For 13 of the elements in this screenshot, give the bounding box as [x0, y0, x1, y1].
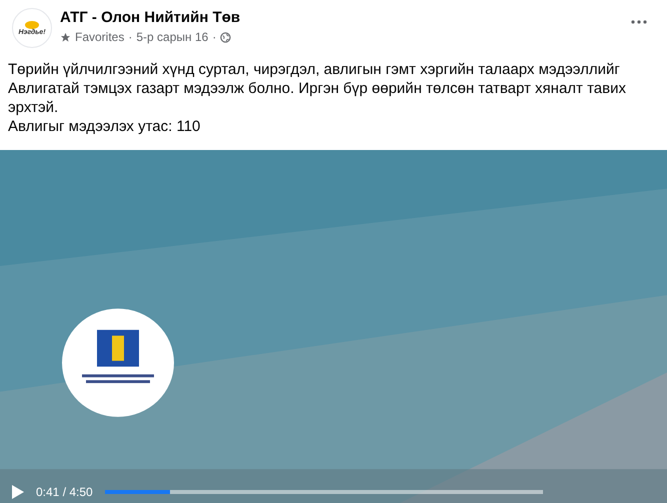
- globe-icon: [220, 32, 232, 42]
- separator: ·: [128, 29, 132, 46]
- post-date[interactable]: 5-р сарын 16: [136, 28, 208, 46]
- separator: ·: [212, 29, 216, 46]
- author-name[interactable]: АТГ - Олон Нийтийн Төв: [60, 8, 623, 28]
- audience-label: Favorites: [75, 29, 124, 46]
- post-text: Авлигыг мэдээлэх утас: 110: [8, 117, 202, 136]
- star-icon: [60, 32, 71, 42]
- post-text: Төрийн үйлчилгээний хүнд суртал, чирэгдэл, авлигын гэмт хэргийн талаарх мэдээллийг Авлигатай тэмцэх газарт мэдээлж болно. Иргэн бүр өөрийн төлсөн татварт хяналт тавих эрхтэй.: [8, 60, 627, 117]
- play-icon[interactable]: [12, 485, 24, 499]
- more-icon[interactable]: [631, 20, 647, 24]
- video-time: 0:41 / 4:50: [36, 484, 93, 501]
- progress-track[interactable]: [104, 490, 543, 494]
